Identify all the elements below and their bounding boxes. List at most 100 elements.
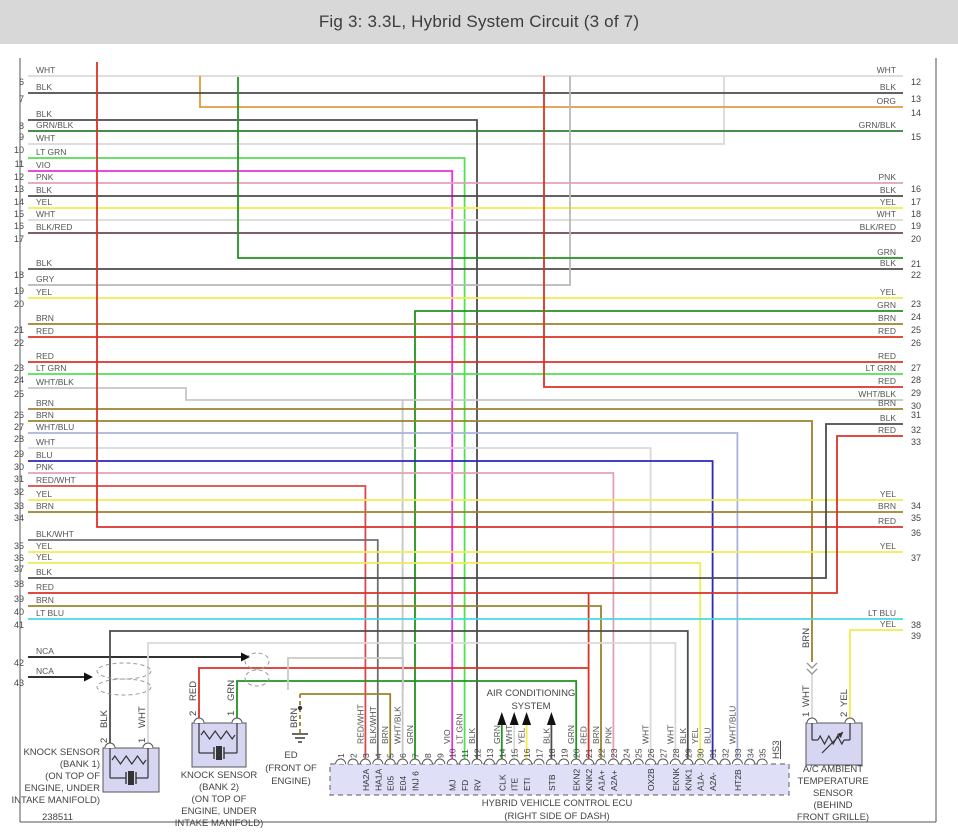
left-pin-number: 36 xyxy=(14,553,24,563)
right-pin-color-label: BLK/RED xyxy=(860,222,896,232)
left-pin-number: 32 xyxy=(14,487,24,497)
left-pin-number: 21 xyxy=(14,325,24,335)
right-pin-number: 12 xyxy=(911,77,921,87)
ecu-pin-number: 22 xyxy=(597,748,607,758)
caption-line: INTAKE MANIFOLD) xyxy=(12,795,101,806)
rotated-label: RED xyxy=(188,681,199,701)
left-pin-color-label: RED/WHT xyxy=(36,475,76,485)
right-pin-number: 17 xyxy=(911,197,921,207)
rotated-label: 2 xyxy=(839,712,850,717)
left-pin-number: 42 xyxy=(14,658,24,668)
ecu-pin-number: 23 xyxy=(609,748,619,758)
left-pin-number: 6 xyxy=(19,77,24,87)
left-pin-color-label: VIO xyxy=(36,160,51,170)
right-pin-number: 38 xyxy=(911,620,921,630)
ecu-pin-number: 8 xyxy=(423,753,433,758)
right-pin-number: 23 xyxy=(911,299,921,309)
left-pin-color-label: BRN xyxy=(36,410,54,420)
caption-line: (BANK 2) xyxy=(199,782,239,793)
left-pin-number: 12 xyxy=(14,172,24,182)
left-pin-number: 31 xyxy=(14,474,24,484)
ecu-wire-color-label: RED/WHT xyxy=(355,704,365,744)
ecu-pin-number: 33 xyxy=(733,748,743,758)
ecu-wire-color-label: BLU xyxy=(703,727,713,744)
left-pin-number: 17 xyxy=(14,234,24,244)
left-pin-color-label: BLK/RED xyxy=(36,222,72,232)
left-pin-color-label: LT GRN xyxy=(36,147,66,157)
connector-pin-bump xyxy=(595,758,607,765)
connector-pin-bump xyxy=(744,758,756,765)
caption-line: 238511 xyxy=(42,812,73,823)
caption-line: (ON TOP OF xyxy=(192,794,247,805)
ecu-pin-number: 3 xyxy=(361,753,371,758)
connector-pin-bump xyxy=(669,758,681,765)
right-pin-number: 39 xyxy=(911,631,921,641)
right-pin-color-label: GRN xyxy=(877,300,896,310)
caption-line: A/C AMBIENT xyxy=(803,764,863,775)
right-pin-color-label: RED xyxy=(878,376,896,386)
right-pin-color-label: GRN/BLK xyxy=(859,120,897,130)
ecu-pin-number: 29 xyxy=(683,748,693,758)
wire-shield xyxy=(287,657,404,690)
connector-pin-bump xyxy=(471,758,483,765)
arrowhead xyxy=(84,672,93,682)
inline-connector-icon xyxy=(806,662,818,669)
connector-pin-bump xyxy=(359,758,371,765)
left-pin-number: 19 xyxy=(14,286,24,296)
ecu-wire-color-label: YEL xyxy=(517,728,527,744)
shield-oval xyxy=(244,652,270,670)
wire-brn xyxy=(28,420,813,662)
right-pin-color-label: RED xyxy=(878,351,896,361)
ecu-pin-name: FD xyxy=(460,780,470,791)
arrowhead xyxy=(241,652,250,662)
left-pin-color-label: BLK xyxy=(36,258,52,268)
ecu-pin-name: CLK xyxy=(497,774,507,791)
left-pin-number: 15 xyxy=(14,209,24,219)
ecu-pin-number: 35 xyxy=(758,748,768,758)
right-pin-color-label: YEL xyxy=(880,197,896,207)
left-pin-color-label: GRN/BLK xyxy=(36,120,74,130)
connector-pin-bump xyxy=(335,758,347,765)
left-pin-color-label: NCA xyxy=(36,666,54,676)
left-pin-color-label: NCA xyxy=(36,646,54,656)
ecu-wire-color-label: WHT xyxy=(641,725,651,744)
rotated-label: BLK xyxy=(99,709,110,728)
ecu-pin-name: KNK1 xyxy=(683,769,693,791)
connector-pin-bump xyxy=(421,758,433,765)
connector-pin-bump xyxy=(632,758,644,765)
ecu-pin-number: 14 xyxy=(497,748,507,758)
ecu-pin-name: HT2B xyxy=(733,769,743,791)
right-pin-color-label: RED xyxy=(878,425,896,435)
connector-pin-bump xyxy=(483,758,495,765)
connector-pin-bump xyxy=(694,758,706,765)
ecu-wire-color-label: LT GRN xyxy=(455,714,465,744)
left-pin-color-label: RED xyxy=(36,326,54,336)
left-pin-color-label: WHT xyxy=(36,65,55,75)
ecu-pin-number: 10 xyxy=(448,748,458,758)
ecu-pin-number: 1 xyxy=(336,753,346,758)
caption-line: ED xyxy=(284,750,297,761)
ecu-pin-name: EKN2 xyxy=(572,769,582,791)
ecu-wire-color-label: BLK xyxy=(467,728,477,744)
ecu-pin-name: INJ 6 xyxy=(411,771,421,791)
right-pin-color-label: BLK xyxy=(880,185,896,195)
ecu-wire-color-label: BRN xyxy=(380,726,390,744)
left-pin-color-label: RED xyxy=(36,351,54,361)
ecu-pin-number: 21 xyxy=(584,748,594,758)
connector-pin-bump xyxy=(193,717,205,724)
left-pin-color-label: BLK xyxy=(36,109,52,119)
left-pin-number: 7 xyxy=(19,94,24,104)
left-pin-number: 8 xyxy=(19,121,24,131)
wire-wht xyxy=(28,77,725,145)
right-pin-number: 34 xyxy=(911,501,921,511)
ecu-pin-number: 26 xyxy=(646,748,656,758)
ecu-wire-color-label: BLK/WHT xyxy=(368,706,378,744)
left-pin-color-label: PNK xyxy=(36,462,54,472)
left-pin-color-label: LT BLU xyxy=(36,608,64,618)
rotated-label: BRN xyxy=(289,708,300,728)
rotated-label: 1 xyxy=(137,738,148,743)
connector-pin-bump xyxy=(844,717,856,724)
right-pin-color-label: YEL xyxy=(880,287,896,297)
left-pin-color-label: YEL xyxy=(36,552,52,562)
ecu-pin-number: 6 xyxy=(398,753,408,758)
